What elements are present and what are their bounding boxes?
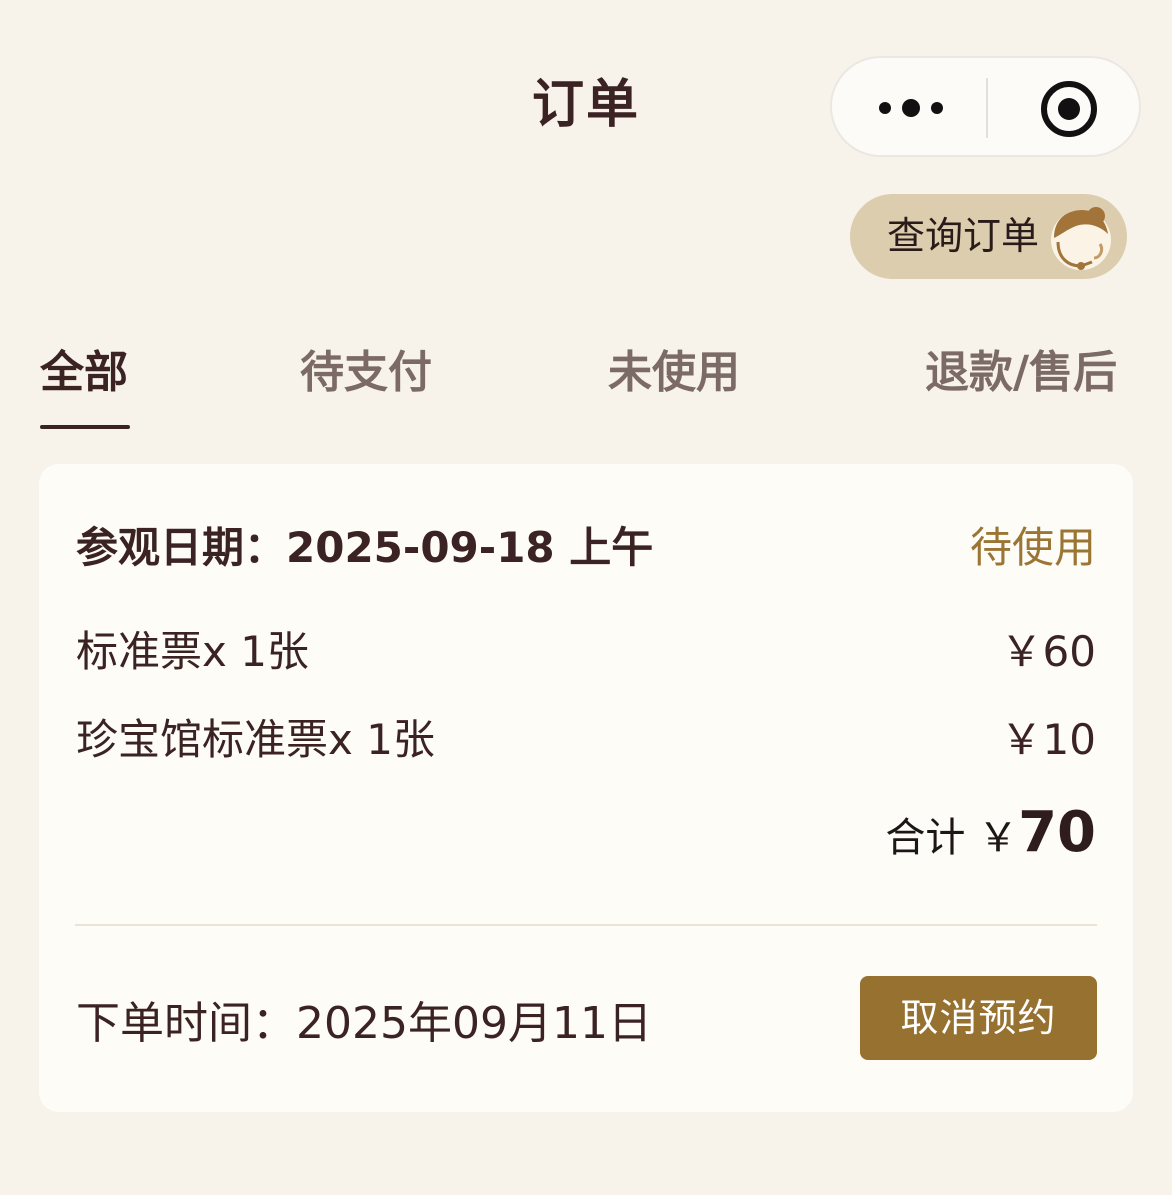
tab-pending-payment[interactable]: 待支付: [300, 344, 432, 402]
order-time: 下单时间：2025年09月11日: [76, 998, 652, 1049]
ticket-item-name: 标准票x 1张: [76, 627, 309, 676]
total-label: 合计 ￥: [885, 815, 1019, 861]
total-amount: 70: [1018, 800, 1096, 865]
ticket-item-price: ￥60: [1000, 627, 1096, 676]
tab-all[interactable]: 全部: [40, 344, 128, 402]
target-close-icon[interactable]: [1038, 78, 1100, 140]
more-dots-icon[interactable]: [878, 95, 944, 121]
card-divider: [75, 924, 1097, 926]
visit-date: 参观日期：2025-09-18 上午: [76, 523, 654, 572]
query-order-button[interactable]: 查询订单: [850, 194, 1127, 279]
ticket-item-price: ￥10: [1000, 715, 1096, 764]
ticket-item-name: 珍宝馆标准票x 1张: [76, 715, 435, 764]
active-tab-indicator: [40, 425, 130, 429]
tab-refund-after-sales[interactable]: 退款/售后: [925, 344, 1117, 402]
customer-service-agent-icon: [1051, 207, 1111, 270]
order-total: 合计 ￥70: [885, 800, 1096, 865]
query-order-label: 查询订单: [887, 214, 1040, 258]
mini-program-capsule: [830, 56, 1141, 157]
capsule-divider: [986, 78, 988, 138]
cancel-reservation-button[interactable]: 取消预约: [860, 976, 1097, 1060]
order-card[interactable]: 参观日期：2025-09-18 上午 待使用 标准票x 1张 ￥60 珍宝馆标准…: [39, 464, 1133, 1112]
tab-unused[interactable]: 未使用: [608, 344, 740, 402]
status-badge: 待使用: [969, 523, 1096, 572]
